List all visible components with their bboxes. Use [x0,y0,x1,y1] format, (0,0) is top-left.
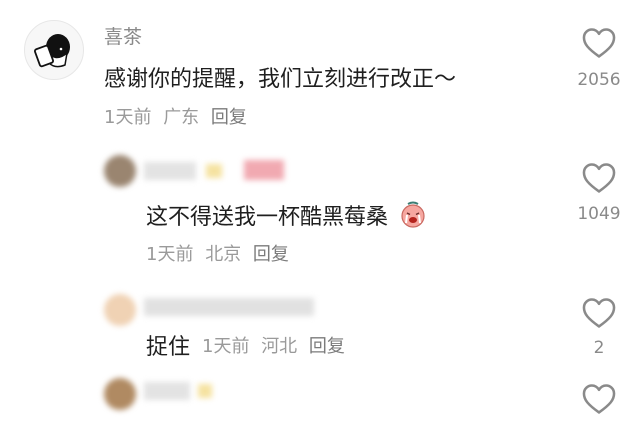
comment-meta: 1天前 广东 回复 [104,103,247,129]
like-button[interactable] [580,159,618,201]
heart-outline-icon [582,298,616,328]
cartoon-boy-avatar-icon [34,34,70,68]
like-button[interactable] [580,294,618,336]
comment-time: 1天前 [104,107,152,128]
badge-redacted [198,384,212,398]
comment-location: 河北 [261,336,298,357]
username-redacted[interactable] [144,298,314,316]
like-button[interactable] [580,380,618,422]
commenter-name[interactable]: 喜茶 [104,22,142,49]
like-button[interactable] [580,24,618,66]
heart-outline-icon [582,384,616,414]
like-count: 1049 [577,204,621,224]
comment-location: 广东 [163,107,200,128]
like-count: 2056 [577,70,621,90]
comment-text: 这不得送我一杯酷黑莓桑 [146,199,427,231]
badge-redacted [244,160,284,180]
heart-outline-icon [582,28,616,58]
heart-outline-icon [582,163,616,193]
username-redacted[interactable] [144,382,190,400]
avatar[interactable] [104,294,136,326]
comment-meta: 1天前 河北 回复 [202,332,345,358]
avatar-official[interactable] [24,20,84,80]
comment-text: 捉住 [146,335,191,360]
like-count: 2 [593,338,605,358]
reply-button[interactable]: 回复 [211,107,247,128]
reply-button[interactable]: 回复 [253,244,289,265]
crying-face-emoji-icon [401,201,425,228]
reply-button[interactable]: 回复 [309,336,345,357]
comment-time: 1天前 [202,336,250,357]
username-redacted[interactable] [144,162,196,180]
comment-time: 1天前 [146,244,194,265]
comment-meta: 1天前 北京 回复 [146,240,289,266]
comment-text: 感谢你的提醒，我们立刻进行改正～ [104,67,457,92]
comment-text-content: 这不得送我一杯酷黑莓桑 [146,205,389,230]
avatar[interactable] [104,155,136,187]
comment-location: 北京 [205,244,242,265]
avatar[interactable] [104,378,136,410]
badge-redacted [206,164,222,178]
